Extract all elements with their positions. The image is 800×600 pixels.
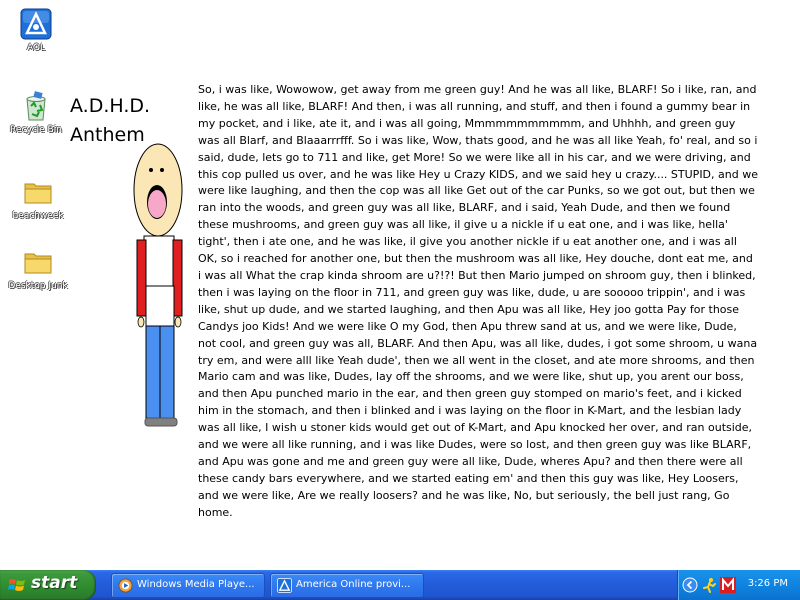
clock: 3:26 PM (747, 578, 788, 589)
desktop-icon-label: Recycle Bin (10, 125, 62, 135)
desktop-icon-label: AOL (26, 43, 46, 53)
start-label: start (31, 573, 78, 593)
desktop-icon-recycle-bin[interactable]: Recycle Bin (0, 90, 72, 135)
desktop-icon-beachweek[interactable]: beachweek (2, 176, 74, 221)
mcafee-m-icon[interactable] (720, 577, 736, 593)
windows-media-player-icon (118, 578, 133, 593)
aol-icon (20, 8, 52, 40)
windows-logo-icon (8, 579, 25, 591)
taskbar-button-label: Windows Media Playe... (137, 579, 255, 590)
taskbar-button-label: America Online provi... (296, 579, 411, 590)
taskbar: start Windows Media Playe... America Onl… (0, 570, 800, 600)
expand-tray-icon[interactable] (682, 577, 698, 593)
folder-icon (24, 253, 52, 274)
desktop-icon-label: beachweek (12, 211, 64, 221)
desktop-icon-desktop-junk[interactable]: Desktop Junk (2, 246, 74, 291)
folder-icon (24, 183, 52, 204)
taskbar-button-windows-media-player[interactable]: Windows Media Playe... (111, 573, 265, 598)
desktop-icon-aol[interactable]: AOL (0, 8, 72, 53)
aol-icon (277, 578, 292, 593)
title-line-1: A.D.H.D. (70, 95, 151, 117)
system-tray: 3:26 PM (677, 570, 800, 600)
desktop: AOL Recycle Bin beachweek Desktop Junk A… (0, 0, 800, 570)
aim-running-man-icon[interactable] (702, 577, 718, 593)
start-button[interactable]: start (0, 570, 96, 600)
story-text: So, i was like, Wowowow, get away from m… (198, 83, 758, 519)
screaming-guy-drawing (133, 143, 183, 427)
recycle-bin-icon (26, 91, 46, 121)
taskbar-button-aol[interactable]: America Online provi... (270, 573, 424, 598)
desktop-icon-label: Desktop Junk (8, 281, 68, 291)
